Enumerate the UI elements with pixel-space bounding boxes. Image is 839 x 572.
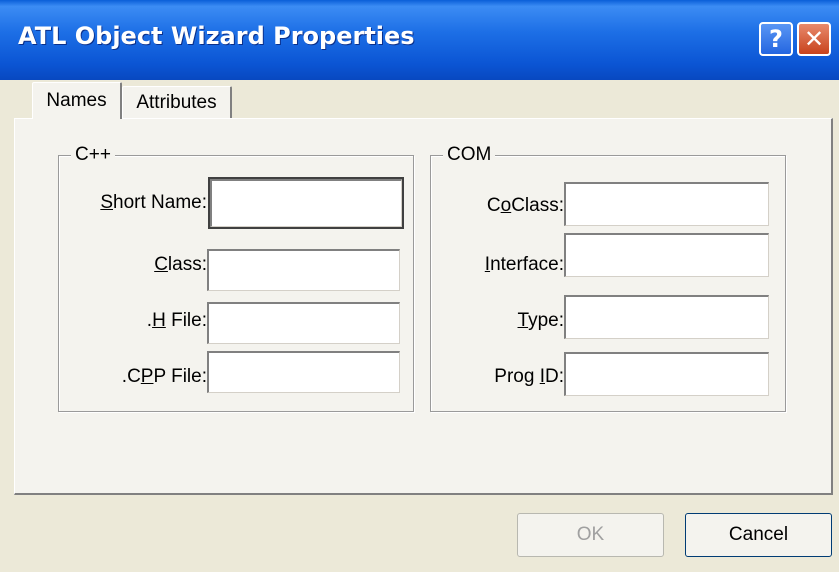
com-group-label: COM bbox=[443, 144, 496, 166]
interface-input[interactable] bbox=[564, 233, 769, 277]
cancel-button[interactable]: Cancel bbox=[685, 513, 832, 557]
close-icon: ✕ bbox=[803, 25, 825, 53]
title-bar: ATL Object Wizard Properties ? ✕ bbox=[0, 0, 839, 80]
cancel-button-label: Cancel bbox=[728, 524, 789, 545]
interface-label: Interface: bbox=[484, 254, 564, 275]
help-button[interactable]: ? bbox=[759, 22, 793, 56]
prog-id-input[interactable] bbox=[564, 352, 769, 396]
help-icon: ? bbox=[769, 25, 783, 53]
tab-names[interactable]: Names bbox=[32, 82, 122, 119]
ok-button[interactable]: OK bbox=[517, 513, 664, 557]
cpp-group-label: C++ bbox=[71, 144, 115, 166]
coclass-label: CoClass: bbox=[486, 195, 564, 216]
tab-attributes[interactable]: Attributes bbox=[122, 86, 232, 118]
tab-attributes-label: Attributes bbox=[136, 91, 217, 113]
prog-id-label: Prog ID: bbox=[494, 366, 564, 387]
class-label: Class: bbox=[154, 254, 207, 275]
short-name-input[interactable] bbox=[210, 179, 402, 227]
cpp-file-input[interactable] bbox=[207, 351, 400, 393]
close-button[interactable]: ✕ bbox=[797, 22, 831, 56]
short-name-label: Short Name: bbox=[100, 192, 207, 213]
tab-names-label: Names bbox=[46, 90, 107, 111]
type-label: Type: bbox=[517, 310, 564, 331]
cpp-file-label: .CPP File: bbox=[121, 366, 207, 387]
type-input[interactable] bbox=[564, 295, 769, 339]
h-file-input[interactable] bbox=[207, 302, 400, 344]
h-file-label: .H File: bbox=[146, 310, 207, 331]
ok-button-label: OK bbox=[576, 524, 605, 545]
class-input[interactable] bbox=[207, 249, 400, 291]
window-title: ATL Object Wizard Properties bbox=[18, 22, 415, 50]
coclass-input[interactable] bbox=[564, 182, 769, 226]
